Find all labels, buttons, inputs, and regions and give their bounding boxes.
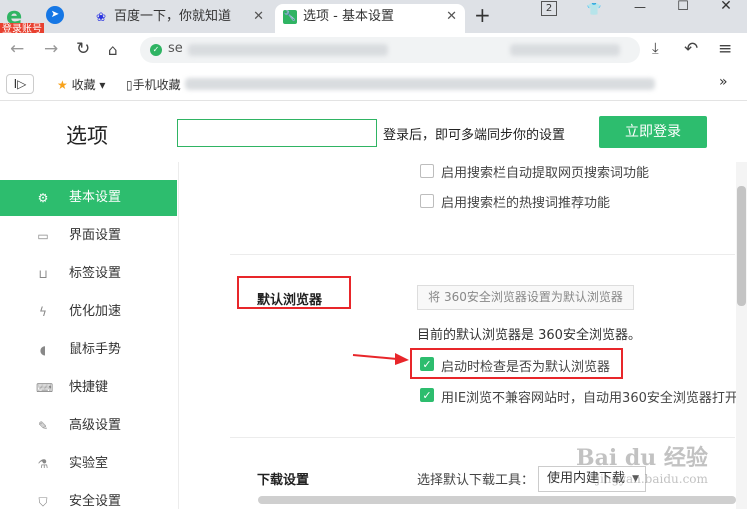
wrench-icon: ✎ xyxy=(37,419,49,433)
baidu-paw-icon: ❀ xyxy=(95,10,107,24)
search-extract-label: 启用搜索栏自动提取网页搜索词功能 xyxy=(441,166,650,181)
settings-search-input[interactable] xyxy=(177,119,377,147)
tab-count-badge[interactable]: 2 xyxy=(541,1,557,16)
sidebar-item-basic[interactable]: ⚙ 基本设置 xyxy=(0,180,177,216)
url-text: se xyxy=(168,41,183,56)
check-default-on-start-label: 启动时检查是否为默认浏览器 xyxy=(441,360,611,375)
horizontal-scroll-thumb[interactable] xyxy=(258,496,736,504)
close-tab-icon[interactable]: ✕ xyxy=(446,4,457,30)
new-tab-button[interactable]: + xyxy=(474,3,491,27)
current-default-status: 目前的默认浏览器是 360安全浏览器。 xyxy=(417,328,641,343)
check-default-on-start-checkbox[interactable]: ✓ xyxy=(420,357,434,371)
wrench-icon: 🔧 xyxy=(283,10,297,24)
page-title: 选项 xyxy=(66,124,108,148)
sidebar-divider xyxy=(178,162,179,509)
section-divider xyxy=(230,254,735,255)
sidebar-item-lab[interactable]: ⚗ 实验室 xyxy=(0,446,177,482)
address-bar[interactable]: ✓ se xyxy=(140,37,640,63)
toolbar: ← → ↻ ⌂ ✓ se ⤓ ↶ ≡ xyxy=(0,33,747,67)
flask-icon: ⚗ xyxy=(37,457,49,471)
lightning-icon: ϟ xyxy=(39,305,47,319)
blurred-bookmarks xyxy=(185,78,655,90)
hot-search-label: 启用搜索栏的热搜词推荐功能 xyxy=(441,196,611,211)
back-icon[interactable]: ← xyxy=(10,39,24,59)
send-icon[interactable]: ➤ xyxy=(46,6,64,24)
sidebar-item-shortcuts[interactable]: ⌨ 快捷键 xyxy=(0,370,177,406)
sidebar-item-security[interactable]: ⛉ 安全设置 xyxy=(0,484,177,509)
shield-icon: ⛉ xyxy=(38,495,48,509)
close-window-icon[interactable]: ✕ xyxy=(718,0,734,14)
keyboard-icon: ⌨ xyxy=(36,381,54,395)
vertical-scrollbar[interactable] xyxy=(736,162,747,509)
blurred-extensions xyxy=(510,44,620,56)
tab-icon: ⊔ xyxy=(38,267,48,281)
tab-title: 百度一下，你就知道 xyxy=(114,9,232,24)
sidebar-item-tabs[interactable]: ⊔ 标签设置 xyxy=(0,256,177,292)
star-icon: ★ xyxy=(57,78,68,92)
ie-compat-label: 用IE浏览不兼容网站时，自动用360安全浏览器打开 xyxy=(441,391,736,406)
section-divider xyxy=(230,437,735,438)
forward-icon[interactable]: → xyxy=(44,39,58,59)
blurred-url xyxy=(188,44,388,56)
secure-shield-icon: ✓ xyxy=(150,44,162,56)
bookmarks-bar: I▷ ★ 收藏 ▾ ▯手机收藏 » xyxy=(0,67,747,101)
login-button[interactable]: 立即登录 xyxy=(599,116,707,148)
sidebar-item-advanced[interactable]: ✎ 高级设置 xyxy=(0,408,177,444)
mobile-favorites-button[interactable]: ▯手机收藏 xyxy=(126,76,181,93)
settings-icon: ⚙ xyxy=(37,191,49,205)
vertical-scroll-thumb[interactable] xyxy=(737,186,746,306)
download-tool-label: 选择默认下载工具： xyxy=(417,473,535,488)
download-icon[interactable]: ⤓ xyxy=(652,39,659,57)
download-heading: 下载设置 xyxy=(257,473,310,488)
tab-strip: e 登录账号 ➤ ❀ 百度一下，你就知道 ✕ 🔧 选项 - 基本设置 ✕ + 2… xyxy=(0,0,747,37)
reload-icon[interactable]: ↻ xyxy=(76,39,90,59)
phone-icon: ▯ xyxy=(126,78,133,92)
sync-hint: 登录后，即可多端同步你的设置 xyxy=(383,128,566,143)
shirt-icon[interactable]: 👕 xyxy=(586,2,602,18)
tab-settings[interactable]: 🔧 选项 - 基本设置 ✕ xyxy=(275,4,465,33)
sidebar-item-optimize[interactable]: ϟ 优化加速 xyxy=(0,294,177,330)
sidebar-item-mouse[interactable]: ◖ 鼠标手势 xyxy=(0,332,177,368)
home-icon[interactable]: ⌂ xyxy=(108,41,118,59)
undo-icon[interactable]: ↶ xyxy=(684,39,698,59)
menu-icon[interactable]: ≡ xyxy=(718,39,732,59)
tab-title: 选项 - 基本设置 xyxy=(303,9,394,24)
baidu-jingyan-watermark: Bai du 经验 jingyan.baidu.com xyxy=(576,445,708,486)
tab-baidu[interactable]: ❀ 百度一下，你就知道 ✕ xyxy=(86,4,272,33)
sidebar-item-interface[interactable]: ▭ 界面设置 xyxy=(0,218,177,254)
settings-sidebar: ⚙ 基本设置 ▭ 界面设置 ⊔ 标签设置 ϟ 优化加速 ◖ 鼠标手势 ⌨ 快捷键… xyxy=(0,162,178,509)
mouse-icon: ◖ xyxy=(39,343,47,357)
sidebar-toggle-icon[interactable]: I▷ xyxy=(6,74,34,94)
hot-search-checkbox[interactable] xyxy=(420,194,434,208)
favorites-button[interactable]: ★ 收藏 ▾ xyxy=(57,76,105,93)
window-icon: ▭ xyxy=(37,229,49,243)
minimize-icon[interactable]: — xyxy=(632,0,648,16)
search-extract-checkbox[interactable] xyxy=(420,164,434,178)
set-default-browser-button[interactable]: 将 360安全浏览器设置为默认浏览器 xyxy=(417,285,634,310)
maximize-icon[interactable]: ☐ xyxy=(675,0,691,15)
red-arrow-icon xyxy=(352,353,409,365)
close-tab-icon[interactable]: ✕ xyxy=(253,4,264,30)
default-browser-heading: 默认浏览器 xyxy=(257,293,323,308)
more-bookmarks-icon[interactable]: » xyxy=(719,74,728,90)
ie-compat-checkbox[interactable]: ✓ xyxy=(420,388,434,402)
